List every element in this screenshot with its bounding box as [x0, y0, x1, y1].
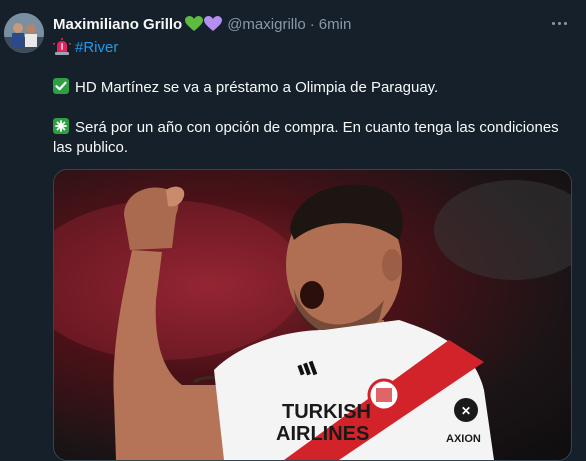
tweet-line-1: HD Martínez se va a préstamo a Olimpia d… — [53, 78, 576, 98]
purple-heart-icon — [204, 16, 223, 31]
avatar-image — [4, 13, 44, 53]
svg-text:✕: ✕ — [461, 404, 471, 418]
sponsor-text: AXION — [446, 433, 481, 445]
more-dots-icon — [551, 21, 555, 25]
author-name[interactable]: Maximiliano Grillo — [53, 16, 182, 33]
more-options-button[interactable] — [546, 12, 572, 34]
hearts — [185, 16, 223, 32]
tweet-first-line: #River — [53, 37, 118, 57]
author-handle[interactable]: @maxigrillo — [227, 16, 306, 33]
tweet-photo[interactable]: ✕ AXION TURKISH AIRLINES — [53, 169, 572, 461]
shirt-text-1: TURKISH — [282, 401, 371, 423]
tweet-text-2: Será por un año con opción de compra. En… — [53, 119, 559, 156]
hashtag-link[interactable]: #River — [75, 39, 118, 56]
tweet-header: Maximiliano Grillo @maxigrillo · 6min — [53, 14, 546, 34]
green-heart-icon — [185, 16, 204, 31]
siren-icon — [53, 38, 71, 55]
separator-dot: · — [309, 15, 315, 33]
tweet-line-2: Será por un año con opción de compra. En… — [53, 118, 576, 158]
shirt-text-2: AIRLINES — [276, 423, 369, 445]
tweet-card[interactable]: Maximiliano Grillo @maxigrillo · 6min #R… — [0, 0, 586, 461]
avatar[interactable] — [4, 13, 44, 53]
check-mark-icon — [53, 78, 69, 94]
player-photo: ✕ AXION TURKISH AIRLINES — [54, 180, 571, 460]
sparkle-icon — [53, 118, 69, 134]
timestamp[interactable]: 6min — [319, 16, 352, 33]
tweet-text-1: HD Martínez se va a préstamo a Olimpia d… — [75, 79, 439, 96]
